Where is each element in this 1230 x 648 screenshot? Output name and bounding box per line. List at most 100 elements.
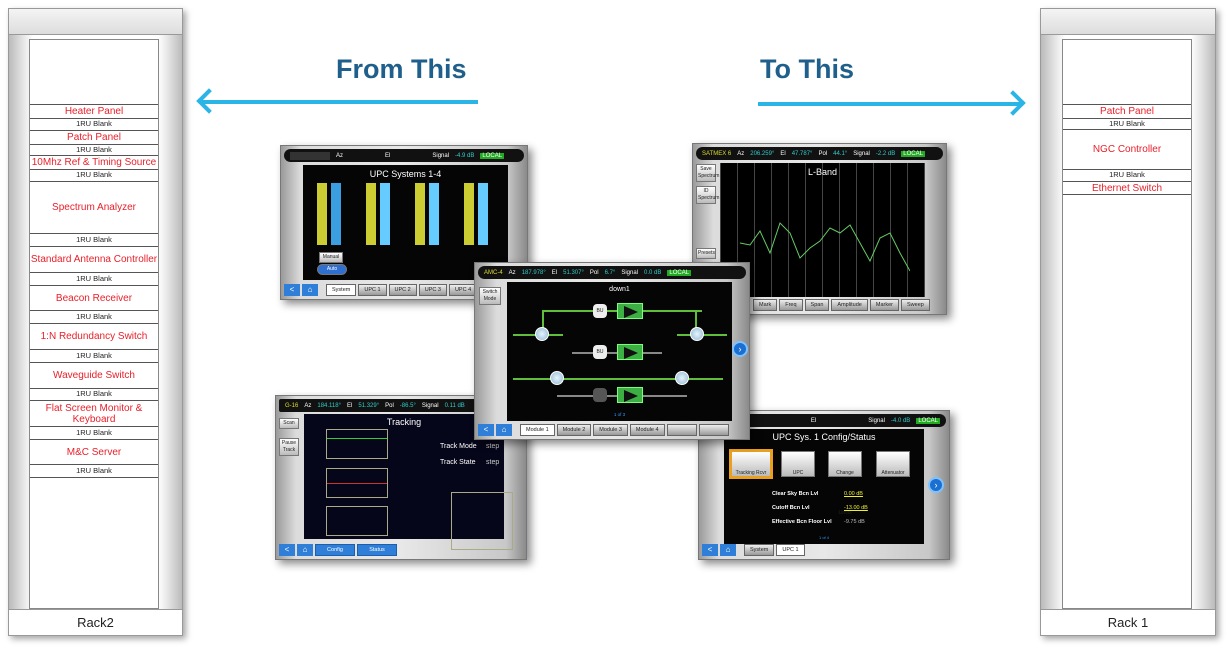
home-button[interactable]: ⌂ — [720, 544, 736, 556]
page-indicator: 1 of 4 — [818, 535, 829, 540]
amplifier-a-icon[interactable] — [617, 303, 643, 319]
switch-icon — [550, 371, 564, 385]
tab-upc-2[interactable]: UPC 2 — [388, 284, 417, 296]
back-button[interactable]: < — [702, 544, 718, 556]
el-label: El — [385, 152, 391, 159]
tab-config[interactable]: Config — [315, 544, 355, 556]
rack-blank-panel: 1RU Blank — [30, 118, 158, 130]
tab-system[interactable]: System — [326, 284, 357, 296]
rack-blank-panel: 1RU Blank — [30, 272, 158, 285]
tab-mark[interactable]: Mark — [753, 299, 778, 311]
tab-empty[interactable] — [666, 424, 697, 436]
bu-block[interactable]: BU — [593, 345, 607, 359]
amplifier-b-icon[interactable] — [617, 344, 643, 360]
tab-upc-1[interactable]: UPC 1 — [776, 544, 805, 556]
scan-button[interactable]: Scan — [279, 418, 299, 429]
rack1: Patch Panel 1RU Blank NGC Controller 1RU Bl… — [1040, 8, 1216, 636]
presets-button[interactable]: Presets — [696, 248, 716, 259]
rack-top — [1041, 9, 1215, 35]
tab-upc-4[interactable]: UPC 4 — [448, 284, 478, 296]
clear-sky-value[interactable]: 0.00 dB — [844, 491, 863, 497]
switch-mode-button[interactable]: Switch Mode — [479, 287, 501, 305]
tracking-rcvr-block[interactable]: Tracking Rcvr — [729, 449, 773, 479]
rack2-rows: Heater Panel 1RU Blank Patch Panel 1RU Blan… — [29, 39, 159, 609]
right-arrow-icon — [758, 102, 1022, 106]
el-value: 47.787° — [791, 150, 813, 157]
floor-label: Effective Bcn Floor Lvl — [772, 519, 832, 525]
az-label: Az — [304, 402, 312, 409]
rack-device: Patch Panel — [30, 130, 158, 144]
tab-amplitude[interactable]: Amplitude — [831, 299, 868, 311]
el-label: El — [780, 150, 786, 157]
back-button[interactable]: < — [284, 284, 300, 296]
bu-block-empty[interactable] — [593, 388, 607, 402]
rack-row-divider — [1063, 194, 1191, 195]
auto-button[interactable]: Auto — [317, 264, 347, 275]
tab-span[interactable]: Span — [804, 299, 830, 311]
id-spectrum-button[interactable]: ID Spectrum — [696, 186, 719, 204]
upc-bars-4 — [464, 183, 492, 245]
tab-system[interactable]: System — [744, 544, 775, 556]
tab-module-3[interactable]: Module 3 — [593, 424, 628, 436]
next-arrow-icon[interactable]: › — [928, 477, 944, 493]
cutoff-value[interactable]: -13.00 dB — [844, 505, 868, 511]
manual-button[interactable]: Manual — [319, 252, 343, 263]
screen-title: UPC Sys. 1 Config/Status — [772, 432, 876, 442]
bottom-nav: < ⌂ System UPC 1 UPC 2 UPC 3 UPC 4 — [284, 284, 478, 296]
save-spectrum-button[interactable]: Save Spectrum — [696, 164, 719, 182]
pol-value: -86.5° — [399, 402, 416, 409]
rack-blank-panel: 1RU Blank — [1063, 169, 1191, 181]
rack-device: Standard Antenna Controller — [30, 246, 158, 272]
tab-module-2[interactable]: Module 2 — [556, 424, 592, 436]
rack2-label: Rack2 — [9, 609, 182, 635]
tab-upc-1[interactable]: UPC 1 — [358, 284, 387, 296]
home-button[interactable]: ⌂ — [302, 284, 318, 296]
home-button[interactable]: ⌂ — [297, 544, 313, 556]
tab-module-4[interactable]: Module 4 — [629, 424, 665, 436]
amplifier-sb-icon[interactable] — [617, 387, 643, 403]
signal-label: Signal — [621, 269, 638, 276]
bu-block[interactable]: BU — [593, 304, 607, 318]
tab-freq[interactable]: Freq — [779, 299, 803, 311]
rack-blank-panel: 1RU Blank — [1063, 118, 1191, 129]
tab-module-1[interactable]: Module 1 — [520, 424, 555, 436]
rack-device: M&C Server — [30, 439, 158, 464]
to-this-heading: To This — [760, 54, 854, 84]
tab-sweep[interactable]: Sweep — [901, 299, 930, 311]
az-value: 206.259° — [750, 150, 775, 157]
upc-block[interactable]: UPC — [781, 451, 815, 477]
tab-upc-3[interactable]: UPC 3 — [418, 284, 447, 296]
next-arrow-icon[interactable]: › — [732, 341, 748, 357]
tab-status[interactable]: Status — [357, 544, 397, 556]
az-plot — [326, 468, 388, 498]
back-button[interactable]: < — [279, 544, 295, 556]
tab-marker[interactable]: Marker — [869, 299, 899, 311]
rack1-rows: Patch Panel 1RU Blank NGC Controller 1RU Bl… — [1062, 39, 1192, 609]
signal-value: 0.11 dB — [444, 402, 465, 409]
switch-diagram: down1 BU BU 1 of 3 — [507, 282, 732, 421]
rack-device: Ethernet Switch — [1063, 181, 1191, 194]
rack-device: NGC Controller — [1063, 129, 1191, 169]
upc-bars-3 — [415, 183, 443, 245]
back-button[interactable]: < — [478, 424, 494, 436]
rack-device: 1:N Redundancy Switch — [30, 323, 158, 349]
bottom-nav: < ⌂ System UPC 1 — [702, 544, 805, 556]
switch-icon — [675, 371, 689, 385]
rack2: Heater Panel 1RU Blank Patch Panel 1RU Blan… — [8, 8, 183, 636]
track-state-label: Track State — [440, 459, 476, 466]
attenuator-block[interactable]: Attenuator — [876, 451, 910, 477]
tab-empty[interactable] — [698, 424, 729, 436]
signal-label: Signal — [432, 152, 450, 159]
pause-track-button[interactable]: Pause Track — [279, 438, 299, 456]
el-label: El — [347, 402, 353, 409]
rack-row-divider — [30, 477, 158, 478]
signal-value: 0.0 dB — [644, 269, 662, 276]
home-button[interactable]: ⌂ — [496, 424, 512, 436]
pol-label: Pol — [589, 269, 599, 276]
change-limits-block[interactable]: Change Limits — [828, 451, 862, 516]
signal-value: -2.2 dB — [875, 150, 896, 157]
signal-value: -4.9 dB — [455, 152, 475, 159]
rack-blank-panel: 1RU Blank — [30, 169, 158, 181]
switch-icon — [690, 327, 704, 341]
local-badge: LOCAL — [916, 417, 940, 424]
